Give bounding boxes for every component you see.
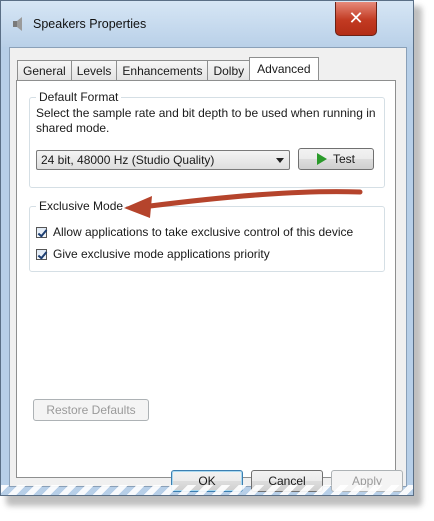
close-button[interactable]: ✕ (335, 2, 377, 36)
exclusive-control-label: Allow applications to take exclusive con… (53, 225, 354, 239)
window-title: Speakers Properties (33, 17, 147, 31)
default-format-group: Default Format Select the sample rate an… (29, 90, 385, 188)
ok-button[interactable]: OK (171, 470, 243, 492)
exclusive-control-option[interactable]: Allow applications to take exclusive con… (36, 225, 353, 239)
tab-levels[interactable]: Levels (70, 60, 118, 80)
cancel-button[interactable]: Cancel (251, 470, 323, 492)
sample-rate-dropdown[interactable]: 24 bit, 48000 Hz (Studio Quality) (36, 150, 290, 170)
chevron-down-icon (276, 158, 284, 163)
exclusive-mode-group: Exclusive Mode Allow applications to tak… (29, 199, 385, 272)
default-format-description: Select the sample rate and bit depth to … (36, 106, 376, 135)
speaker-icon (13, 17, 22, 31)
restore-defaults-button[interactable]: Restore Defaults (33, 399, 149, 421)
title-bar[interactable]: Speakers Properties ✕ (1, 1, 413, 47)
advanced-tab-panel: Default Format Select the sample rate an… (16, 80, 396, 478)
exclusive-mode-label: Exclusive Mode (36, 199, 127, 213)
exclusive-priority-option[interactable]: Give exclusive mode applications priorit… (36, 247, 270, 261)
tab-enhancements[interactable]: Enhancements (116, 60, 209, 80)
apply-button[interactable]: Apply (331, 470, 403, 492)
exclusive-priority-label: Give exclusive mode applications priorit… (53, 247, 270, 261)
exclusive-control-checkbox[interactable] (36, 226, 47, 238)
test-button-label: Test (332, 152, 355, 166)
tab-strip: General Levels Enhancements Dolby Advanc… (17, 57, 319, 80)
play-icon (316, 153, 327, 165)
tab-general[interactable]: General (17, 60, 72, 80)
test-button[interactable]: Test (298, 148, 374, 170)
dialog-client: General Levels Enhancements Dolby Advanc… (9, 47, 407, 487)
exclusive-priority-checkbox[interactable] (36, 248, 47, 260)
tab-dolby[interactable]: Dolby (207, 60, 251, 80)
selected-format: 24 bit, 48000 Hz (Studio Quality) (41, 153, 215, 167)
default-format-label: Default Format (36, 90, 122, 104)
properties-window: Speakers Properties ✕ General Levels Enh… (0, 0, 414, 496)
close-icon: ✕ (348, 8, 364, 29)
tab-advanced[interactable]: Advanced (249, 57, 319, 80)
